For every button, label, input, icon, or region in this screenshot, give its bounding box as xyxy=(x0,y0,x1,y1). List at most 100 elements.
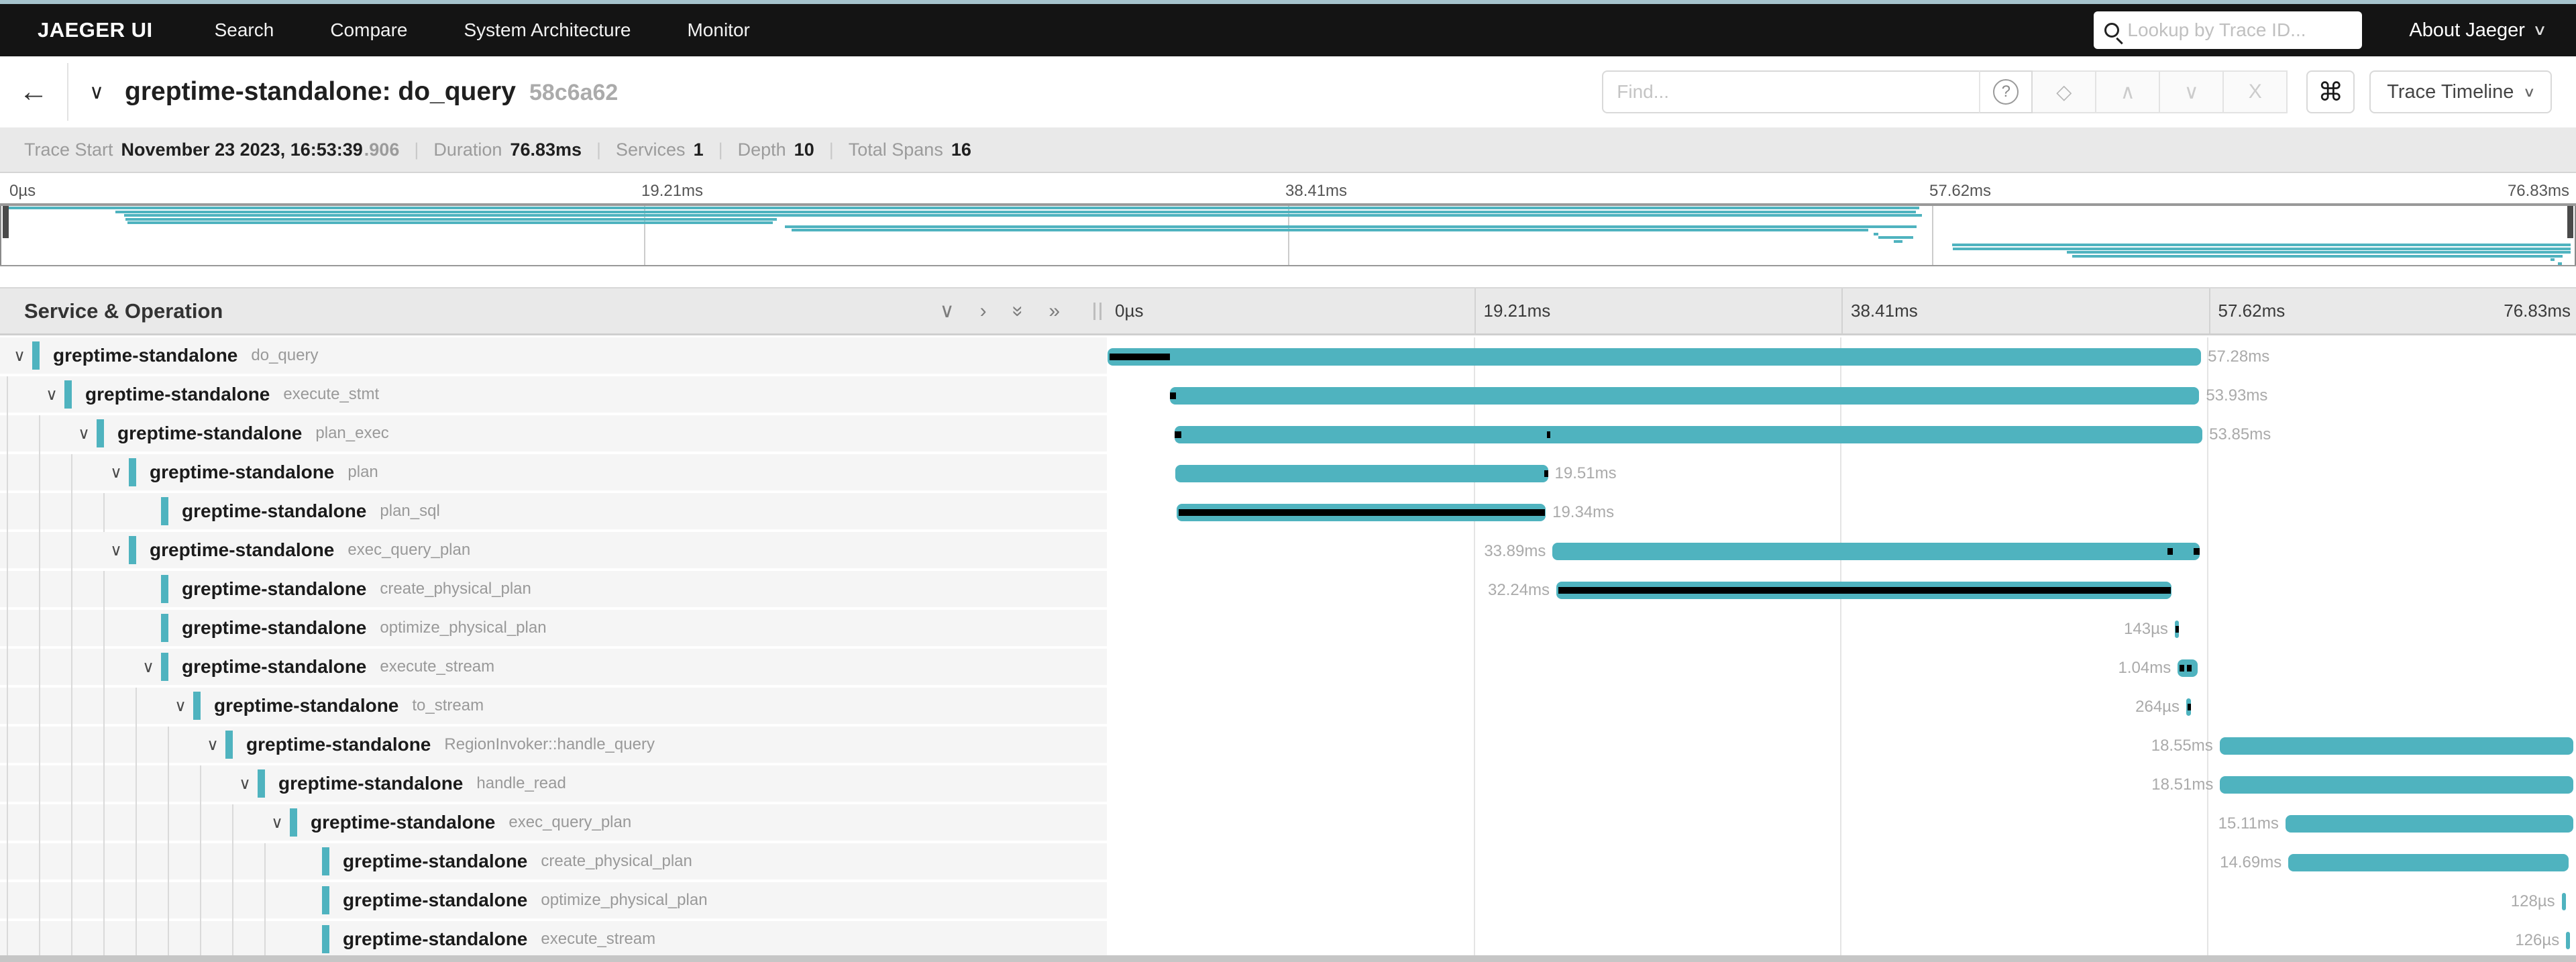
indent-guide xyxy=(232,921,233,960)
span-name-cell[interactable]: ∨greptime-standaloneplan xyxy=(0,454,1107,492)
back-button[interactable]: ← xyxy=(0,56,67,127)
minimap-span-bar xyxy=(1952,244,2571,246)
span-duration-bar[interactable] xyxy=(2220,776,2573,794)
expand-one-icon[interactable]: › xyxy=(980,301,987,321)
find-help-button[interactable]: ? xyxy=(1979,70,2033,113)
span-duration-bar[interactable] xyxy=(2288,854,2569,871)
collapse-trace-chevron-icon[interactable]: ∨ xyxy=(68,56,125,127)
critical-path-segment xyxy=(1179,509,1545,516)
keyboard-shortcuts-button[interactable]: ⌘ xyxy=(2306,70,2355,113)
column-resize-grip[interactable] xyxy=(1093,303,1102,320)
row-expand-chevron-icon[interactable]: ∨ xyxy=(168,696,193,716)
span-name-cell[interactable]: greptime-standaloneoptimize_physical_pla… xyxy=(0,882,1107,920)
row-expand-chevron-icon[interactable]: ∨ xyxy=(103,463,129,482)
minimap-right-scrubber[interactable] xyxy=(2567,206,2573,238)
minimap-tick-label: 76.83ms xyxy=(2508,182,2569,201)
span-name-cell[interactable]: ∨greptime-standaloneexecute_stream xyxy=(0,649,1107,686)
span-name-cell[interactable]: ∨greptime-standalonehandle_read xyxy=(0,765,1107,803)
collapse-one-icon[interactable]: ∨ xyxy=(940,301,955,321)
indent-guide xyxy=(71,610,72,649)
next-result-button[interactable]: ∨ xyxy=(2160,70,2224,113)
span-duration-bar[interactable] xyxy=(1175,465,1548,482)
span-duration-bar[interactable] xyxy=(2562,893,2566,910)
span-operation-name: plan_exec xyxy=(315,424,388,443)
span-duration-label: 1.04ms xyxy=(2118,649,2171,688)
span-row: ∨greptime-standaloneRegionInvoker::handl… xyxy=(0,727,2576,765)
clear-find-button[interactable]: X xyxy=(2224,70,2288,113)
prev-result-button[interactable]: ∧ xyxy=(2096,70,2160,113)
about-jaeger-menu[interactable]: About Jaeger ∨ xyxy=(2409,19,2552,42)
span-duration-bar[interactable] xyxy=(2566,932,2570,949)
nav-item-system-architecture[interactable]: System Architecture xyxy=(436,4,659,56)
span-duration-bar[interactable] xyxy=(1552,543,2199,560)
span-row: ∨greptime-standaloneexec_query_plan33.89… xyxy=(0,532,2576,571)
nav-menu: SearchCompareSystem ArchitectureMonitor xyxy=(186,4,778,56)
row-expand-chevron-icon[interactable]: ∨ xyxy=(71,424,97,443)
indent-guide xyxy=(103,921,105,960)
row-expand-chevron-icon[interactable]: ∨ xyxy=(232,774,258,794)
row-expand-chevron-icon[interactable]: ∨ xyxy=(7,346,32,366)
nav-item-monitor[interactable]: Monitor xyxy=(659,4,777,56)
span-name-cell[interactable]: ∨greptime-standaloneRegionInvoker::handl… xyxy=(0,727,1107,764)
indent-guide xyxy=(71,532,72,571)
span-name-content: greptime-standalonecreate_physical_plan xyxy=(136,571,531,607)
span-duration-bar[interactable] xyxy=(1175,426,2202,443)
span-row: ∨greptime-standalonehandle_read18.51ms xyxy=(0,765,2576,804)
span-name-cell[interactable]: greptime-standalonecreate_physical_plan xyxy=(0,571,1107,608)
span-row: greptime-standaloneplan_sql19.34ms xyxy=(0,493,2576,532)
minimap-span-bar xyxy=(2551,258,2555,261)
span-duration-label: 14.69ms xyxy=(2220,843,2282,882)
minimap-span-bar xyxy=(2558,262,2562,265)
span-name-cell[interactable]: greptime-standaloneexecute_stream xyxy=(0,921,1107,959)
row-expand-chevron-icon[interactable]: ∨ xyxy=(103,541,129,560)
span-duration-bar[interactable] xyxy=(2220,737,2573,755)
span-duration-bar[interactable] xyxy=(1170,387,2199,405)
span-duration-bar[interactable] xyxy=(1108,348,2201,366)
span-color-indicator xyxy=(258,769,265,798)
indent-guide xyxy=(7,921,8,960)
span-name-cell[interactable]: ∨ greptime-standalone plan_exec xyxy=(0,415,1107,453)
indent-guide xyxy=(71,882,72,921)
view-selector-dropdown[interactable]: Trace Timeline ∨ xyxy=(2369,70,2552,113)
view-selector-label: Trace Timeline xyxy=(2387,81,2514,103)
span-name-cell[interactable]: ∨greptime-standaloneexec_query_plan xyxy=(0,532,1107,570)
span-color-indicator xyxy=(225,731,233,759)
jaeger-logo[interactable]: JAEGER UI xyxy=(24,18,166,42)
span-name-cell[interactable]: greptime-standaloneoptimize_physical_pla… xyxy=(0,610,1107,647)
minimap-span-bar xyxy=(1874,233,1878,235)
span-name-content: greptime-standaloneoptimize_physical_pla… xyxy=(136,610,547,646)
row-expand-chevron-icon[interactable]: ∨ xyxy=(39,385,64,405)
indent-guide xyxy=(7,688,8,727)
indent-guide xyxy=(103,688,105,727)
collapse-all-icon[interactable]: » xyxy=(1008,305,1028,317)
timeline-tick-label: 0µs xyxy=(1107,288,1143,333)
span-name-cell[interactable]: greptime-standalonecreate_physical_plan xyxy=(0,843,1107,881)
span-name-cell[interactable]: greptime-standaloneplan_sql xyxy=(0,493,1107,531)
row-expand-chevron-icon[interactable]: ∨ xyxy=(136,657,161,677)
nav-item-search[interactable]: Search xyxy=(186,4,303,56)
expand-all-icon[interactable]: » xyxy=(1049,301,1060,321)
nav-item-compare[interactable]: Compare xyxy=(302,4,435,56)
row-expand-chevron-icon[interactable]: ∨ xyxy=(200,735,225,755)
row-expand-chevron-icon[interactable]: ∨ xyxy=(264,813,290,833)
timeline-minimap[interactable] xyxy=(0,203,2576,266)
span-name-cell[interactable]: ∨greptime-standaloneexecute_stmt xyxy=(0,376,1107,414)
indent-guide xyxy=(103,610,105,649)
trace-id-lookup[interactable] xyxy=(2094,11,2362,49)
find-input[interactable] xyxy=(1603,72,1979,112)
span-name-cell[interactable]: ∨greptime-standaloneto_stream xyxy=(0,688,1107,725)
span-service-name: greptime-standalone xyxy=(117,423,302,444)
trace-id-input[interactable] xyxy=(2127,19,2351,41)
span-duration-bar[interactable] xyxy=(2286,815,2573,833)
indent-guide xyxy=(168,843,169,882)
span-name-cell[interactable]: ∨greptime-standalonedo_query xyxy=(0,337,1107,375)
span-service-name: greptime-standalone xyxy=(53,345,237,366)
minimap-span-bar xyxy=(1953,248,2571,250)
indent-guide xyxy=(39,765,40,804)
minimap-span-bar xyxy=(125,218,777,221)
info-separator: | xyxy=(718,140,723,160)
focus-span-button[interactable]: ◇ xyxy=(2033,70,2096,113)
indent-guide xyxy=(71,571,72,610)
span-name-cell[interactable]: ∨greptime-standaloneexec_query_plan xyxy=(0,804,1107,842)
minimap-left-scrubber[interactable] xyxy=(3,206,9,238)
